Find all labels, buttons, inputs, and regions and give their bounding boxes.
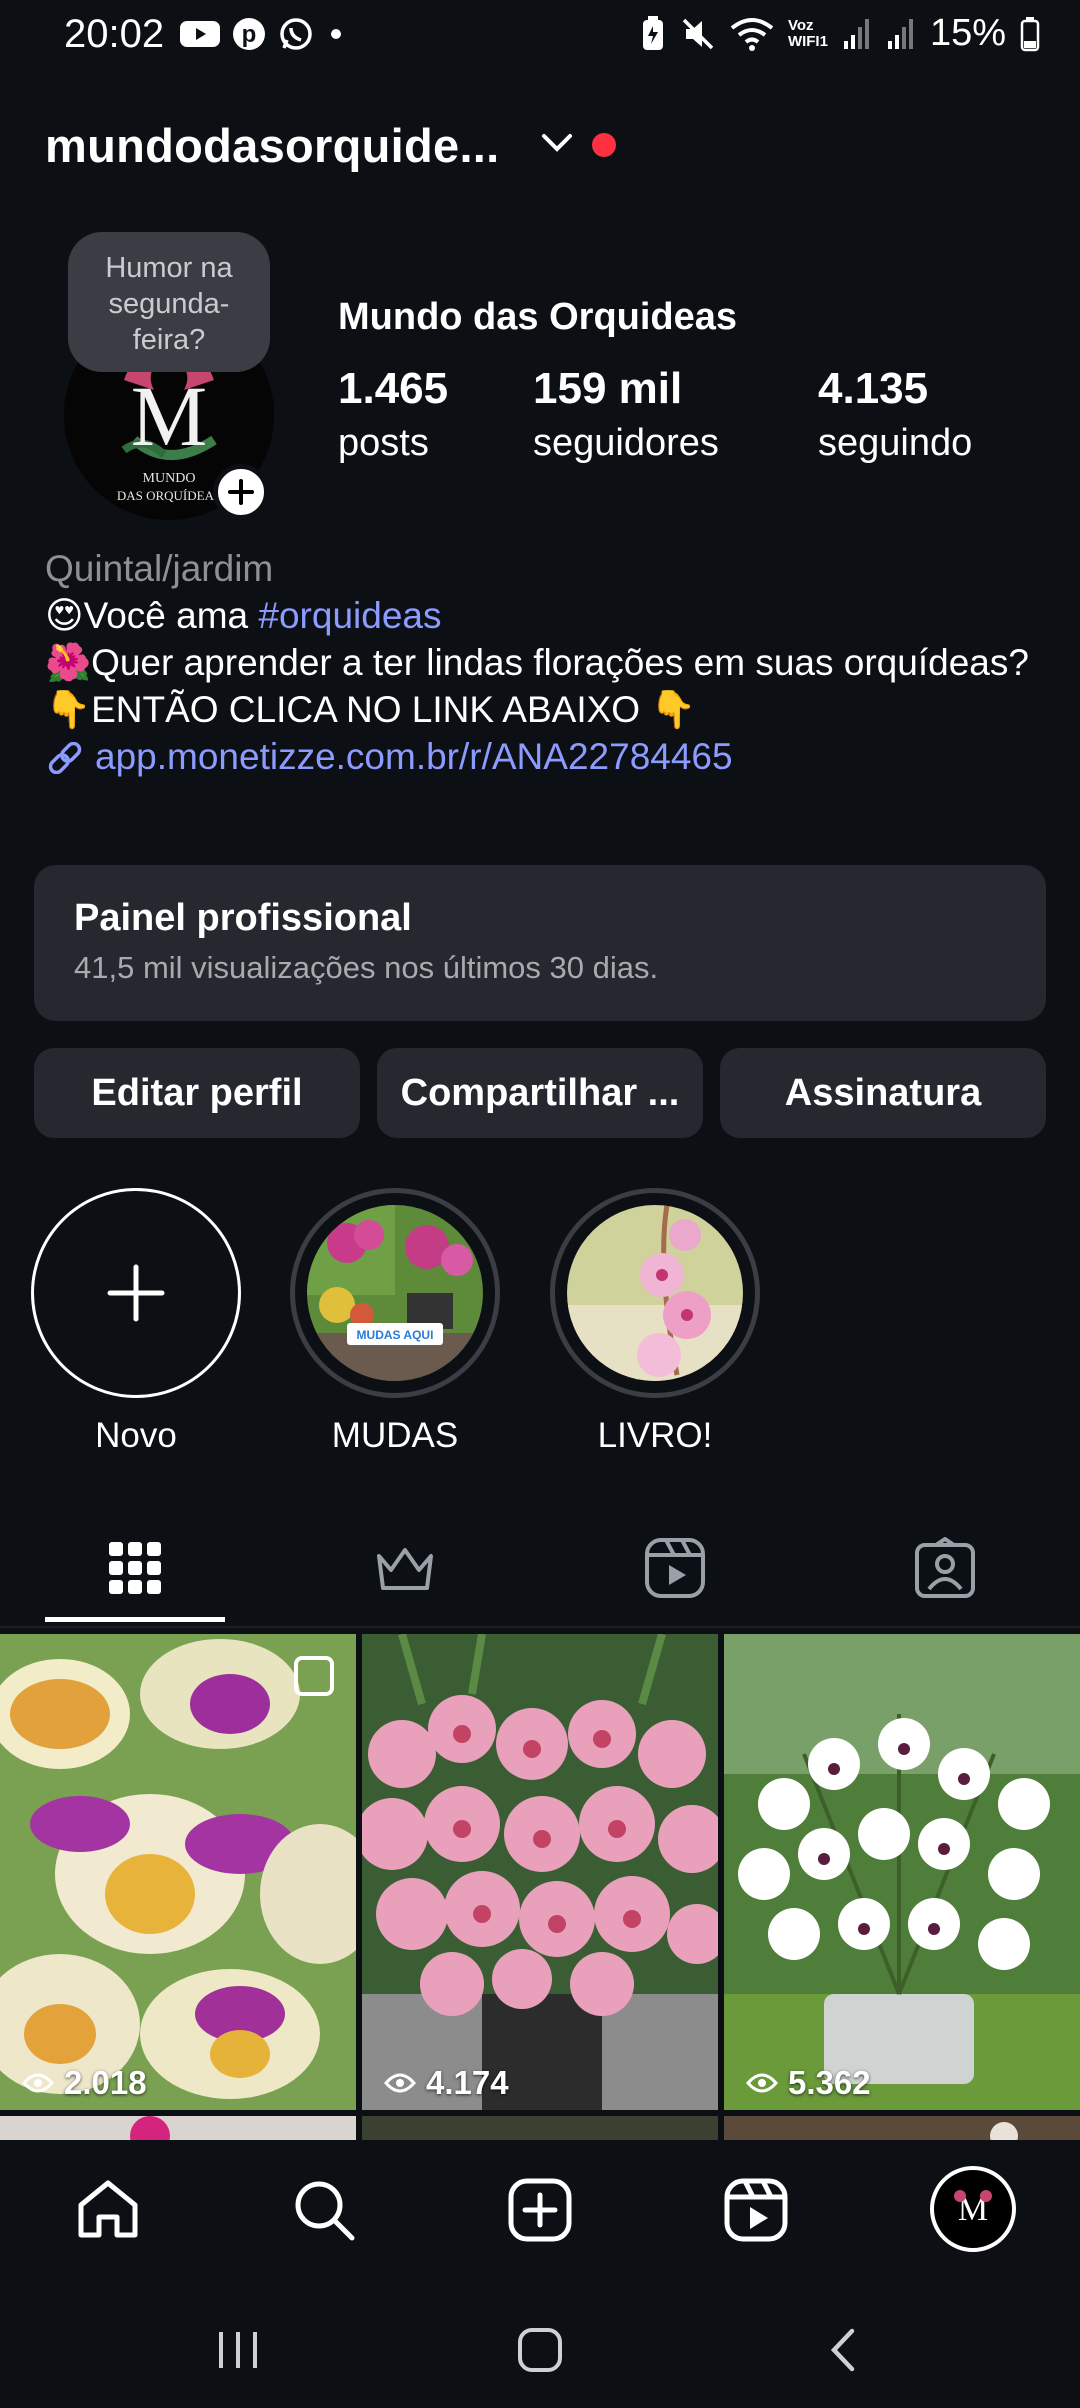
wifi-calling-label: Voz WIFI1	[787, 16, 828, 50]
notification-dot	[592, 133, 616, 157]
recents-icon	[219, 2332, 257, 2368]
post-image	[724, 1634, 1080, 2110]
battery-icon	[1020, 16, 1040, 51]
wifi-icon	[730, 17, 774, 51]
note-bubble[interactable]: Humor na segunda-feira?	[68, 232, 270, 372]
svg-text:DAS ORQUÍDEAS: DAS ORQUÍDEAS	[117, 488, 221, 503]
signal-icon	[843, 18, 869, 49]
signal-icon	[887, 18, 913, 49]
reels-icon	[724, 2178, 788, 2242]
nav-search[interactable]	[284, 2170, 364, 2250]
battery-percent: 15%	[929, 12, 1006, 54]
profile-actions: Editar perfil Compartilhar ... Assinatur…	[34, 1048, 1046, 1138]
svg-text:MUNDO: MUNDO	[143, 471, 196, 486]
whatsapp-icon	[280, 18, 312, 50]
crown-icon	[377, 1548, 433, 1590]
chevron-down-icon[interactable]	[540, 126, 574, 160]
hashtag-link[interactable]: #orquideas	[258, 595, 441, 636]
tab-grid[interactable]	[45, 1508, 225, 1628]
svg-text:MUDAS AQUI: MUDAS AQUI	[357, 1328, 434, 1342]
highlight-label: LIVRO!	[597, 1416, 713, 1455]
tagged-icon	[915, 1537, 975, 1598]
create-icon	[508, 2178, 572, 2242]
recents-button[interactable]	[198, 2320, 278, 2380]
bio: Quintal/jardim 😍Você ama #orquideas 🌺Que…	[45, 545, 1045, 780]
professional-dashboard[interactable]: Painel profissional 41,5 mil visualizaçõ…	[34, 865, 1046, 1021]
link-icon	[48, 741, 82, 775]
youtube-icon	[180, 21, 220, 47]
category-label: Quintal/jardim	[45, 548, 274, 589]
bio-link[interactable]: app.monetizze.com.br/r/ANA22784465	[45, 733, 1045, 780]
stat-followers[interactable]: 159 mil seguidores	[533, 364, 719, 465]
pro-panel-subtitle: 41,5 mil visualizações nos últimos 30 di…	[74, 950, 659, 985]
edit-profile-button[interactable]: Editar perfil	[34, 1048, 360, 1138]
post-views: 5.362	[746, 2064, 871, 2102]
subscription-button[interactable]: Assinatura	[720, 1048, 1046, 1138]
battery-saver-icon	[642, 15, 663, 50]
stat-posts[interactable]: 1.465 posts	[338, 364, 448, 465]
back-button[interactable]	[802, 2320, 882, 2380]
eye-icon	[22, 2073, 54, 2093]
tab-tagged[interactable]	[855, 1508, 1035, 1628]
share-profile-button[interactable]: Compartilhar ...	[377, 1048, 703, 1138]
nav-home[interactable]	[68, 2170, 148, 2250]
stat-following[interactable]: 4.135 seguindo	[818, 364, 972, 465]
status-bar: 20:02 p Voz WIFI1 15%	[0, 0, 1080, 72]
highlight-cover: MUDAS AQUI	[307, 1205, 483, 1381]
profile-avatar: M	[930, 2166, 1016, 2252]
mute-icon	[682, 18, 714, 49]
nav-reels[interactable]	[716, 2170, 796, 2250]
back-icon	[830, 2328, 855, 2372]
highlight-mudas[interactable]: MUDAS AQUI MUDAS	[290, 1188, 500, 1456]
highlight-cover	[567, 1205, 743, 1381]
add-story-button[interactable]	[213, 464, 269, 520]
svg-text:p: p	[242, 21, 257, 48]
grid-icon	[109, 1542, 161, 1594]
reels-icon	[645, 1538, 705, 1598]
profile-tabs	[0, 1508, 1080, 1628]
post-thumbnail[interactable]: 2.018	[0, 1634, 356, 2110]
pinterest-icon: p	[233, 18, 265, 50]
search-icon	[295, 2181, 355, 2241]
tab-reels[interactable]	[585, 1508, 765, 1628]
system-status-icons: Voz WIFI1 15%	[640, 12, 1040, 55]
eye-icon	[746, 2073, 778, 2093]
pro-panel-title: Painel profissional	[74, 897, 412, 939]
display-name: Mundo das Orquideas	[338, 296, 738, 338]
highlight-label: MUDAS	[331, 1416, 459, 1455]
plus-icon	[228, 479, 254, 505]
eye-icon	[384, 2073, 416, 2093]
highlight-label: Novo	[95, 1416, 177, 1455]
active-tab-indicator	[45, 1617, 225, 1622]
tab-subscriptions[interactable]	[315, 1508, 495, 1628]
plus-icon	[107, 1264, 165, 1322]
dot-icon	[331, 29, 341, 39]
home-icon	[78, 2180, 138, 2238]
post-image	[0, 1634, 356, 2110]
status-time: 20:02	[64, 12, 165, 56]
highlight-livro[interactable]: LIVRO!	[550, 1188, 760, 1456]
username[interactable]: mundodasorquide...	[45, 118, 500, 173]
post-image	[362, 1634, 718, 2110]
post-thumbnail[interactable]: 4.174	[362, 1634, 718, 2110]
home-icon	[518, 2328, 562, 2372]
bio-line-3: 👇ENTÃO CLICA NO LINK ABAIXO 👇	[45, 689, 697, 730]
notification-icons: p	[180, 16, 346, 52]
multi-image-icon	[294, 1656, 334, 1696]
post-views: 2.018	[22, 2064, 147, 2102]
bio-line-2: 🌺Quer aprender a ter lindas florações em…	[45, 642, 1029, 683]
tab-divider	[0, 1626, 1080, 1628]
highlight-new[interactable]: Novo	[31, 1188, 241, 1456]
bio-line-1: 😍Você ama #orquideas	[45, 595, 442, 636]
post-views: 4.174	[384, 2064, 509, 2102]
svg-text:M: M	[131, 368, 207, 464]
nav-create[interactable]	[500, 2170, 580, 2250]
post-thumbnail[interactable]: 5.362	[724, 1634, 1080, 2110]
note-text: Humor na segunda-feira?	[105, 252, 233, 356]
home-button[interactable]	[500, 2320, 580, 2380]
nav-profile[interactable]: M	[930, 2166, 1016, 2252]
bottom-navigation: M	[0, 2140, 1080, 2270]
system-navigation	[0, 2280, 1080, 2408]
